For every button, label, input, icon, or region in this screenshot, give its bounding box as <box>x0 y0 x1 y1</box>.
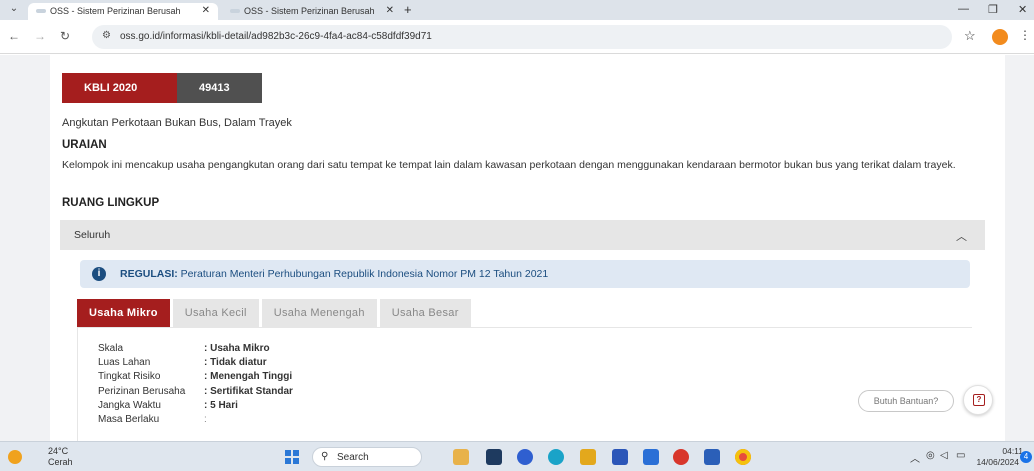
detail-label: Tingkat Risiko <box>98 371 161 383</box>
forward-arrow-icon[interactable]: → <box>34 29 46 43</box>
detail-row: Skala : Usaha Mikro <box>98 342 293 356</box>
help-tooltip[interactable]: Butuh Bantuan? <box>858 390 954 412</box>
scope-accordion-header[interactable]: Seluruh ︿ <box>60 220 985 250</box>
search-icon: ⚲ <box>321 451 329 462</box>
detail-label: Masa Berlaku <box>98 414 160 426</box>
back-arrow-icon[interactable]: ← <box>8 29 20 43</box>
tab-title: OSS - Sistem Perizinan Berusah <box>50 6 181 16</box>
tab-usaha-kecil[interactable]: Usaha Kecil <box>172 299 259 327</box>
info-icon: i <box>92 267 106 281</box>
reload-icon[interactable]: ↻ <box>60 29 70 43</box>
detail-label: Jangka Waktu <box>98 399 161 411</box>
browser-tab-strip: ⌄ OSS - Sistem Perizinan Berusah ✕ OSS -… <box>0 0 1034 20</box>
kbli-year-label: KBLI 2020 <box>62 73 177 103</box>
bookmark-star-icon[interactable]: ☆ <box>964 28 976 44</box>
browser-toolbar: ← → ↻ ⚙ oss.go.id/informasi/kbli-detail/… <box>0 20 1034 54</box>
folder-icon[interactable] <box>580 449 596 465</box>
uraian-text: Kelompok ini mencakup usaha pengangkutan… <box>62 159 956 171</box>
detail-value: : <box>204 414 207 426</box>
tray-chevron-icon[interactable]: ︿ <box>910 450 920 465</box>
regulation-value: Peraturan Menteri Perhubungan Republik I… <box>180 268 549 280</box>
menu-kebab-icon[interactable]: ⋮ <box>1019 28 1031 42</box>
help-button[interactable]: ? <box>963 385 993 415</box>
profile-avatar[interactable] <box>992 29 1008 45</box>
detail-label: Luas Lahan <box>98 357 151 369</box>
chrome-icon[interactable] <box>735 449 751 465</box>
weather-sun-icon[interactable] <box>8 450 22 464</box>
close-window-icon[interactable]: ✕ <box>1018 3 1027 16</box>
tab-usaha-mikro[interactable]: Usaha Mikro <box>77 299 170 327</box>
site-info-icon[interactable]: ⚙ <box>102 30 111 41</box>
tab-usaha-besar[interactable]: Usaha Besar <box>379 299 471 327</box>
taskbar-search[interactable]: ⚲ Search <box>312 447 422 467</box>
detail-row: Tingkat Risiko : Menengah Tinggi <box>98 370 293 384</box>
oss-favicon-icon <box>36 9 46 13</box>
close-tab-icon[interactable]: ✕ <box>202 5 210 16</box>
detail-value: : 5 Hari <box>204 399 238 411</box>
office-icon[interactable] <box>673 449 689 465</box>
regulation-label: REGULASI: <box>120 268 178 280</box>
windows-start-icon[interactable] <box>285 450 299 464</box>
restore-icon[interactable]: ❐ <box>988 3 998 16</box>
search-label: Search <box>337 452 369 463</box>
browser-tab-active[interactable]: OSS - Sistem Perizinan Berusah ✕ <box>28 3 218 20</box>
business-scale-tabs: Usaha Mikro Usaha Kecil Usaha Menengah U… <box>77 299 471 327</box>
detail-label: Perizinan Berusaha <box>98 385 186 397</box>
detail-value: : Tidak diatur <box>204 357 267 369</box>
regulation-text: REGULASI: Peraturan Menteri Perhubungan … <box>120 268 548 280</box>
word-icon[interactable] <box>704 449 720 465</box>
accordion-label: Seluruh <box>74 229 111 241</box>
detail-row: Masa Berlaku: <box>98 413 293 427</box>
uraian-heading: URAIAN <box>62 139 107 151</box>
tab-title: OSS - Sistem Perizinan Berusah <box>244 6 375 16</box>
clock-date[interactable]: 14/06/2024 <box>965 457 1019 467</box>
store-icon[interactable] <box>612 449 628 465</box>
oss-favicon-icon <box>230 9 240 13</box>
url-text[interactable]: oss.go.id/informasi/kbli-detail/ad982b3c… <box>120 31 432 42</box>
tab-search-chevron-icon[interactable]: ⌄ <box>6 3 22 17</box>
regulation-banner: i REGULASI: Peraturan Menteri Perhubunga… <box>80 260 970 288</box>
kbli-badge: KBLI 2020 49413 <box>62 73 262 103</box>
wifi-icon[interactable]: ◎ <box>926 450 935 461</box>
weather-temperature[interactable]: 24°C <box>48 446 68 456</box>
kbli-code: 49413 <box>177 73 262 103</box>
weather-condition[interactable]: Cerah <box>48 457 73 467</box>
page-background: KBLI 2020 49413 Angkutan Perkotaan Bukan… <box>0 55 1034 441</box>
mail-icon[interactable] <box>643 449 659 465</box>
detail-list: Skala : Usaha Mikro Luas Lahan : Tidak dia… <box>98 342 293 427</box>
help-question-icon: ? <box>973 394 985 406</box>
volume-icon[interactable]: ◁ <box>940 450 948 461</box>
address-bar[interactable]: ⚙ oss.go.id/informasi/kbli-detail/ad982b… <box>92 25 952 49</box>
task-view-icon[interactable] <box>486 449 502 465</box>
close-tab-icon[interactable]: ✕ <box>386 5 394 16</box>
new-tab-button[interactable]: + <box>404 2 412 17</box>
chevron-up-icon[interactable]: ︿ <box>956 228 967 244</box>
edge-icon[interactable] <box>548 449 564 465</box>
detail-value: : Menengah Tinggi <box>204 371 293 383</box>
detail-value: : Sertifikat Standar <box>204 385 293 397</box>
windows-taskbar: 24°C Cerah ⚲ Search ︿ ◎ ◁ ▭ 04:11 14/06/… <box>0 441 1034 471</box>
detail-label: Skala <box>98 343 124 354</box>
detail-row: Jangka Waktu : 5 Hari <box>98 399 293 413</box>
clock-time[interactable]: 04:11 <box>985 446 1023 456</box>
detail-row: Perizinan Berusaha : Sertifikat Standar <box>98 385 293 399</box>
meet-icon[interactable] <box>517 449 533 465</box>
tab-usaha-menengah[interactable]: Usaha Menengah <box>261 299 377 327</box>
minimize-icon[interactable]: — <box>958 3 969 15</box>
browser-tab[interactable]: OSS - Sistem Perizinan Berusah ✕ <box>222 3 402 20</box>
ruang-lingkup-heading: RUANG LINGKUP <box>62 197 160 209</box>
kbli-detail-card: KBLI 2020 49413 Angkutan Perkotaan Bukan… <box>50 55 1005 441</box>
detail-row: Luas Lahan : Tidak diatur <box>98 356 293 370</box>
kbli-title: Angkutan Perkotaan Bukan Bus, Dalam Tray… <box>62 117 292 129</box>
file-explorer-icon[interactable] <box>453 449 469 465</box>
detail-value: : Usaha Mikro <box>204 343 270 354</box>
notification-badge[interactable]: 4 <box>1020 451 1032 463</box>
